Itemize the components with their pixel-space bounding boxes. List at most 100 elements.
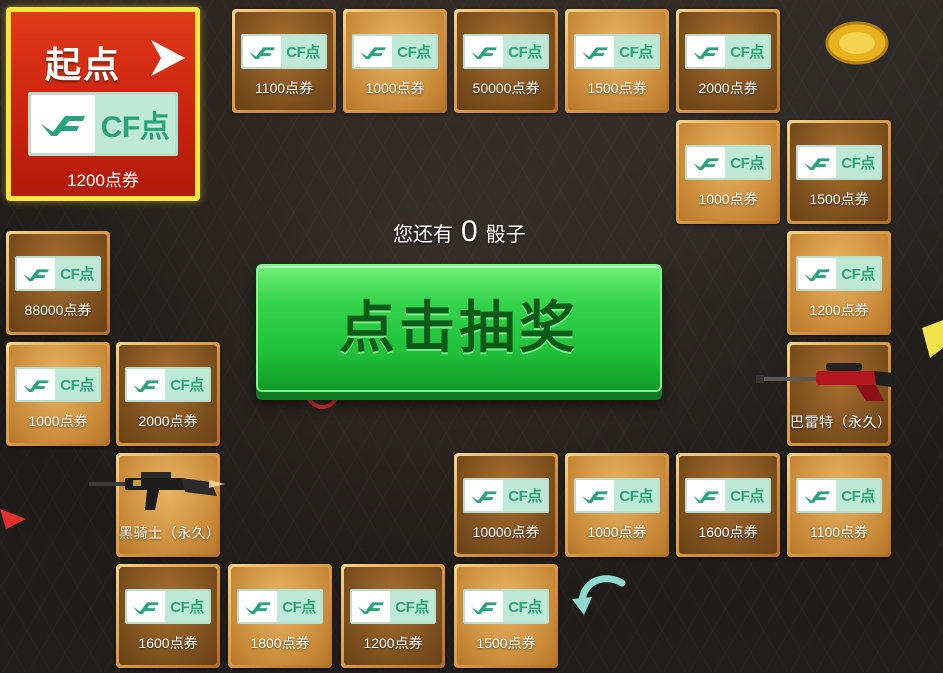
cf-point-text: CF点 (503, 591, 547, 622)
tile-label: 1000点券 (28, 413, 88, 429)
cf-point-card: CF点 (125, 589, 211, 624)
cf-logo-icon (352, 591, 390, 622)
cf-point-card: CF点 (685, 478, 771, 513)
board-tile: CF点 1000点券 (565, 453, 669, 557)
cf-logo-icon (465, 480, 503, 511)
cf-point-card: CF点 (352, 34, 438, 69)
board-tile: CF点 1600点券 (676, 453, 780, 557)
cf-logo-icon (687, 480, 725, 511)
cf-logo-icon (576, 36, 614, 67)
board-tile: CF点 1200点券 (787, 231, 891, 335)
cf-logo-icon (798, 147, 836, 178)
board-tile: CF点 1000点券 (343, 9, 447, 113)
cf-point-card: CF点 (237, 589, 323, 624)
cf-point-card: CF点 (685, 145, 771, 180)
cf-point-card: CF点 (796, 145, 882, 180)
dice-prefix: 您还有 (393, 224, 453, 246)
board-tile: CF点 10000点券 (454, 453, 558, 557)
game-board: 起点 CF点 1200点券 CF点 1100点券 CF点 1000点券 CF点 … (0, 0, 943, 673)
cf-logo-icon (687, 36, 725, 67)
tile-label: 1000点券 (587, 524, 647, 540)
board-tile: CF点 1600点券 (116, 564, 220, 668)
cf-point-text: CF点 (614, 480, 658, 511)
cf-point-text: CF点 (281, 36, 325, 67)
board-tile: CF点 88000点券 (6, 231, 110, 335)
dice-suffix: 骰子 (485, 224, 526, 246)
cf-logo-icon (576, 480, 614, 511)
cf-point-card: CF点 (15, 256, 101, 291)
cf-logo-icon (17, 369, 55, 400)
board-tile: CF点 1000点券 (676, 120, 780, 224)
board-tile: CF点 1500点券 (787, 120, 891, 224)
board-tile: CF点 1500点券 (565, 9, 669, 113)
cf-point-text: CF点 (165, 591, 209, 622)
tile-label: 88000点券 (24, 302, 92, 318)
cf-point-card: CF点 (796, 478, 882, 513)
board-tile: CF点 1200点券 (341, 564, 445, 668)
board-tile: CF点 1100点券 (232, 9, 336, 113)
tile-label: 1000点券 (698, 191, 758, 207)
cf-logo-icon (798, 258, 836, 289)
cf-logo-icon (687, 147, 725, 178)
cf-point-card: CF点 (15, 367, 101, 402)
dice-count: 0 (461, 215, 478, 248)
tile-label: 1200点券 (809, 302, 869, 318)
start-title: 起点 (45, 44, 122, 85)
cf-point-card: CF点 (796, 256, 882, 291)
cf-logo-icon (465, 36, 503, 67)
tile-label: 1800点券 (250, 635, 310, 651)
board-tile-weapon: 巴雷特（永久） (756, 342, 894, 446)
cf-logo-icon (239, 591, 277, 622)
board-tile: CF点 1000点券 (6, 342, 110, 446)
cf-point-text: CF点 (55, 258, 99, 289)
cf-point-card: CF点 (463, 589, 549, 624)
tile-label: 1500点券 (809, 191, 869, 207)
cf-point-text: CF点 (836, 147, 880, 178)
dice-count-text: 您还有 0 骰子 (393, 215, 526, 249)
tile-label: 1100点券 (254, 80, 314, 96)
cf-logo-icon (465, 591, 503, 622)
cf-point-card: CF点 (125, 367, 211, 402)
cf-point-card: CF点 (463, 478, 549, 513)
cf-point-card: CF点 (350, 589, 436, 624)
cf-point-text: CF点 (390, 591, 434, 622)
cf-logo-icon (798, 480, 836, 511)
board-tile: CF点 1100点券 (787, 453, 891, 557)
board-tile: CF点 1500点券 (454, 564, 558, 668)
tile-label: 1600点券 (138, 635, 198, 651)
board-tile-weapon: 黑骑士（永久） (89, 453, 225, 557)
tile-label: 2000点券 (138, 413, 198, 429)
cf-point-card: CF点 (463, 34, 549, 69)
cf-logo-icon (127, 369, 165, 400)
cf-point-text: CF点 (614, 36, 658, 67)
cf-point-card: CF点 (574, 478, 660, 513)
cf-point-text: CF点 (277, 591, 321, 622)
start-reward-label: 1200点券 (67, 171, 139, 190)
tile-label: 1100点券 (809, 524, 869, 540)
draw-button[interactable]: 点击抽奖 (256, 264, 662, 392)
tile-label: 1000点券 (365, 80, 425, 96)
draw-button-label: 点击抽奖 (339, 295, 579, 359)
tile-label: 1200点券 (363, 635, 423, 651)
tile-label: 1500点券 (476, 635, 536, 651)
cf-point-card: CF点 (241, 34, 327, 69)
tile-label: 巴雷特（永久） (790, 414, 892, 430)
cf-logo-icon (31, 95, 95, 153)
cf-point-text: CF点 (503, 36, 547, 67)
cf-point-text: CF点 (836, 258, 880, 289)
board-tile: CF点 50000点券 (454, 9, 558, 113)
cf-point-text: CF点 (725, 480, 769, 511)
sniper-rifle-icon (756, 363, 894, 401)
board-tile: CF点 2000点券 (116, 342, 220, 446)
assault-rifle-icon (89, 472, 225, 510)
cf-point-text: CF点 (55, 369, 99, 400)
cf-point-card: CF点 (28, 92, 178, 156)
tile-label: 10000点券 (472, 524, 540, 540)
cf-point-card: CF点 (685, 34, 771, 69)
tile-label: 1500点券 (587, 80, 647, 96)
tile-label: 黑骑士（永久） (119, 525, 221, 541)
board-tile: CF点 2000点券 (676, 9, 780, 113)
cf-logo-icon (243, 36, 281, 67)
cf-logo-icon (17, 258, 55, 289)
cf-point-text: CF点 (725, 147, 769, 178)
